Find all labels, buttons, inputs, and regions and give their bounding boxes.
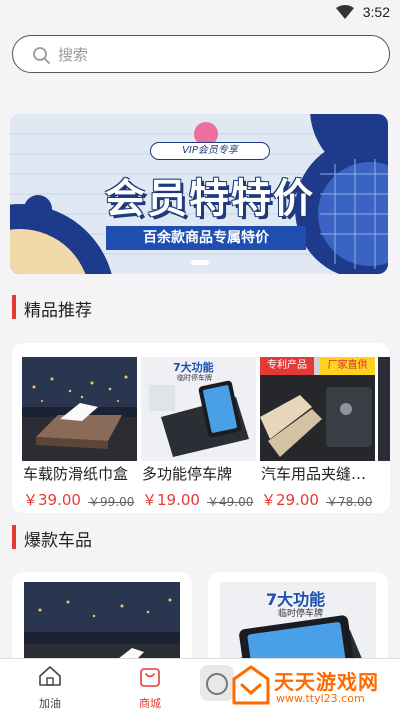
section-accent-bar	[12, 295, 16, 319]
product-name: 车载防滑纸巾盒	[23, 465, 129, 483]
status-bar: 3:52	[0, 0, 400, 26]
product-badge-sub: 临时停车牌	[177, 374, 212, 382]
product-card[interactable]: 车载防滑纸巾盒 ￥39.00 ￥99.00	[22, 357, 137, 509]
product-price: ￥39.00	[23, 491, 81, 509]
product-price: ￥19.00	[142, 491, 200, 509]
promo-banner[interactable]: VIP会员专享 会员特特价 百余款商品专属特价	[10, 114, 388, 274]
status-time: 3:52	[362, 4, 390, 20]
product-name: 汽车用品夹缝收纳盒	[261, 465, 376, 483]
product-image: 专利产品 厂家直供	[260, 357, 375, 461]
watermark-text: 天天游戏网	[274, 670, 379, 694]
product-badge-secondary: 厂家直供	[320, 357, 375, 375]
wifi-icon	[336, 5, 354, 19]
section-accent-bar	[12, 525, 16, 549]
product-old-price: ￥99.00	[88, 495, 135, 509]
search-input[interactable]	[58, 44, 358, 66]
section-title: 精品推荐	[24, 301, 92, 321]
section-header-hot: 爆款车品	[12, 523, 212, 551]
nav-item-mall[interactable]: 商城	[120, 665, 180, 710]
watermark: 天天游戏网 www.ttyl23.com	[228, 661, 398, 710]
product-old-price: ￥78.00	[326, 495, 373, 509]
watermark-logo-icon	[232, 665, 270, 705]
nav-item-fuel[interactable]: 加油	[20, 665, 80, 710]
product-name: 多功能停车牌	[142, 465, 233, 483]
section-header-featured: 精品推荐	[12, 293, 212, 321]
search-icon	[33, 47, 50, 64]
product-image	[22, 357, 137, 461]
product-badge: 专利产品	[260, 357, 314, 375]
nav-label: 商城	[139, 697, 161, 710]
product-old-price: ￥49.00	[207, 495, 254, 509]
section-title: 爆款车品	[24, 531, 92, 551]
vip-tag: VIP会员专享	[150, 142, 270, 160]
watermark-url: www.ttyl23.com	[276, 692, 365, 705]
hot-product-card[interactable]: 7大功能 临时停车牌	[208, 572, 388, 672]
search-bar[interactable]	[12, 35, 390, 73]
product-card[interactable]: 专利产品 厂家直供 汽车用品夹缝收纳盒 ￥29.00 ￥78.00	[260, 357, 376, 509]
banner-title: 会员特特价	[105, 176, 315, 222]
product-image: 7大功能 临时停车牌	[141, 357, 256, 461]
product-card[interactable]: 7大功能 临时停车牌 多功能停车牌 ￥19.00 ￥49.00	[141, 357, 256, 509]
banner-indicator	[191, 260, 209, 265]
product-card-peek[interactable]	[378, 357, 390, 461]
nav-label: 加油	[39, 697, 61, 710]
banner-subtitle: 百余款商品专属特价	[106, 226, 306, 250]
hot-product-card[interactable]	[12, 572, 192, 672]
home-icon	[39, 666, 61, 686]
product-price: ￥29.00	[261, 491, 319, 509]
shopping-bag-icon	[140, 668, 160, 687]
product-badge-sub: 临时停车牌	[278, 609, 324, 619]
featured-products-card: 车载防滑纸巾盒 ￥39.00 ￥99.00 7大功能 临时停车牌 多功能停车牌 …	[12, 343, 390, 513]
